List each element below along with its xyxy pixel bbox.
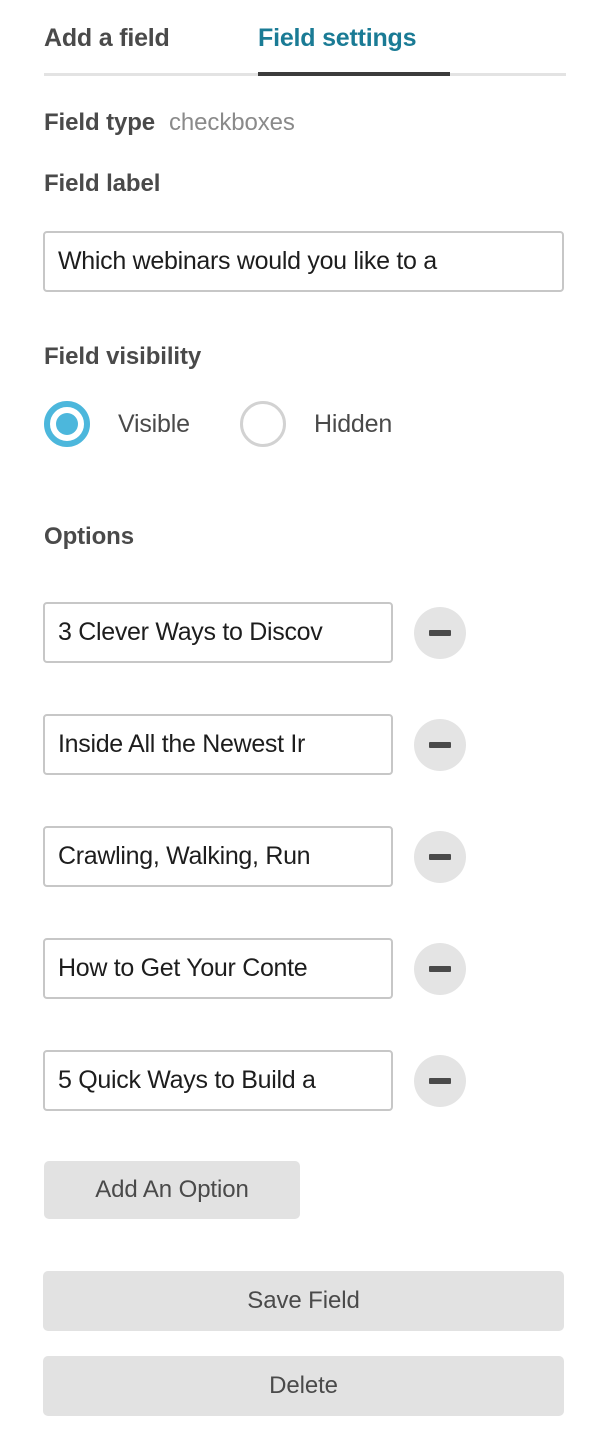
minus-icon <box>429 854 451 860</box>
remove-option-button[interactable] <box>414 719 466 771</box>
option-input[interactable]: 3 Clever Ways to Discov <box>43 602 393 663</box>
save-field-button[interactable]: Save Field <box>43 1271 564 1331</box>
remove-option-button[interactable] <box>414 831 466 883</box>
field-type-value: checkboxes <box>169 109 295 136</box>
radio-option-hidden[interactable]: Hidden <box>240 401 392 447</box>
radio-label-hidden: Hidden <box>314 409 393 438</box>
radio-selected-icon <box>44 401 90 447</box>
option-row: 3 Clever Ways to Discov <box>0 602 608 663</box>
option-row: How to Get Your Conte <box>0 938 608 999</box>
remove-option-button[interactable] <box>414 943 466 995</box>
option-row: 5 Quick Ways to Build a <box>0 1050 608 1111</box>
remove-option-button[interactable] <box>414 607 466 659</box>
radio-option-visible[interactable]: Visible <box>44 401 190 447</box>
field-label-heading: Field label <box>44 170 161 197</box>
radio-label-visible: Visible <box>118 409 190 438</box>
option-input[interactable]: Crawling, Walking, Run <box>43 826 393 887</box>
field-type-row: Field type checkboxes <box>44 109 295 137</box>
options-list: 3 Clever Ways to Discov Inside All the N… <box>0 602 608 1162</box>
minus-icon <box>429 742 451 748</box>
minus-icon <box>429 1078 451 1084</box>
minus-icon <box>429 966 451 972</box>
add-an-option-button[interactable]: Add An Option <box>44 1161 300 1219</box>
field-label-input[interactable]: Which webinars would you like to a <box>43 231 564 292</box>
remove-option-button[interactable] <box>414 1055 466 1107</box>
option-input[interactable]: 5 Quick Ways to Build a <box>43 1050 393 1111</box>
tab-bar: Add a field Field settings <box>44 22 566 74</box>
option-input[interactable]: Inside All the Newest Ir <box>43 714 393 775</box>
field-type-label: Field type <box>44 109 156 136</box>
option-row: Crawling, Walking, Run <box>0 826 608 887</box>
radio-unselected-icon <box>240 401 286 447</box>
option-input[interactable]: How to Get Your Conte <box>43 938 393 999</box>
field-settings-panel: Add a field Field settings Field type ch… <box>0 0 608 1448</box>
delete-button[interactable]: Delete <box>43 1356 564 1416</box>
tab-add-a-field[interactable]: Add a field <box>44 22 170 54</box>
minus-icon <box>429 630 451 636</box>
tab-active-indicator <box>258 72 450 76</box>
option-row: Inside All the Newest Ir <box>0 714 608 775</box>
field-visibility-heading: Field visibility <box>44 343 202 370</box>
tab-field-settings[interactable]: Field settings <box>258 22 417 54</box>
options-heading: Options <box>44 523 134 550</box>
